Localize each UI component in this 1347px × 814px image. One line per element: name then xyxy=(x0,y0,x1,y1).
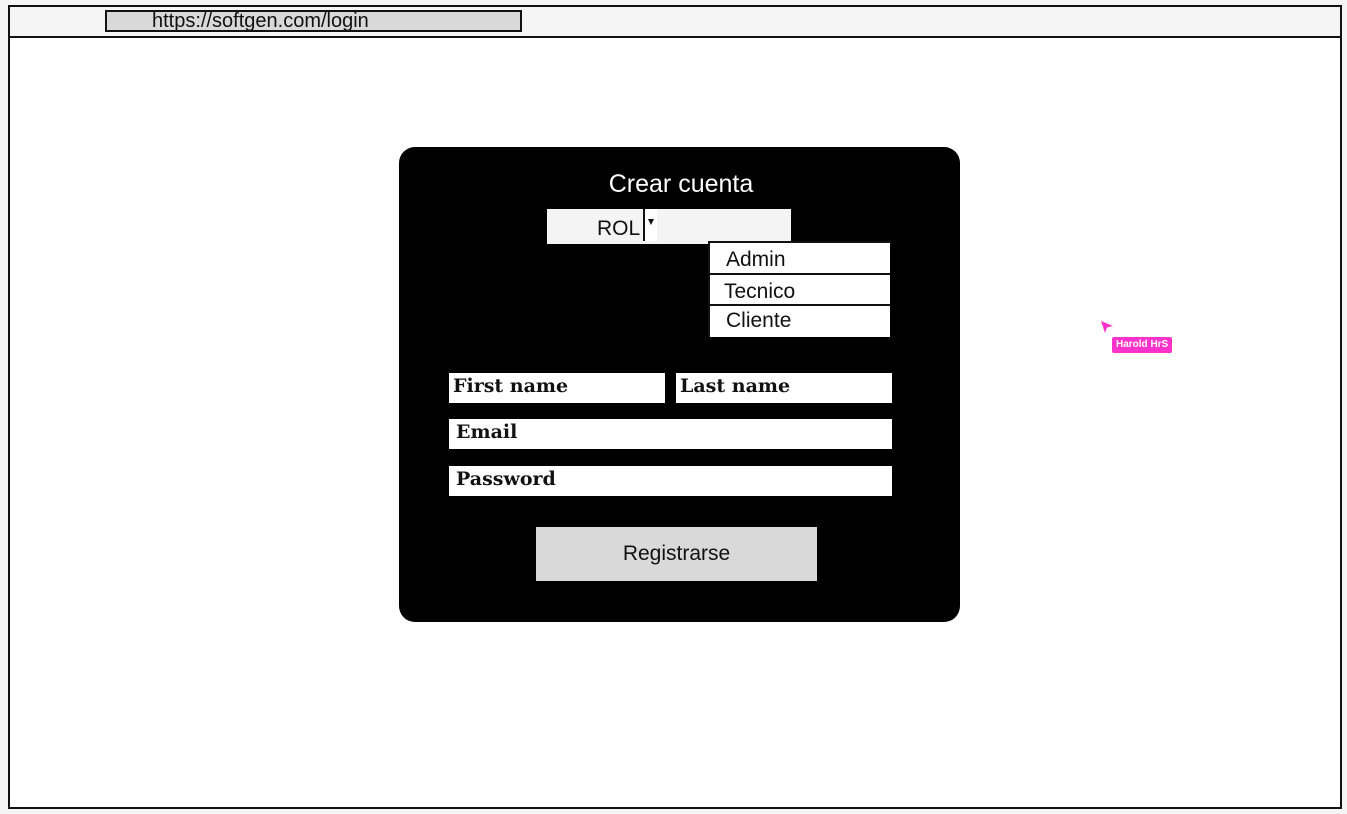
collaborator-name-tag: Harold HrS xyxy=(1112,337,1173,353)
role-dropdown-button[interactable] xyxy=(643,209,657,241)
role-select-label: ROL xyxy=(597,217,641,240)
email-field[interactable]: Email xyxy=(449,419,892,449)
password-field[interactable]: Password xyxy=(449,466,892,496)
role-option-cliente[interactable]: Cliente xyxy=(708,304,890,337)
role-option-tecnico[interactable]: Tecnico xyxy=(708,273,890,304)
cursor-pointer-icon xyxy=(1101,321,1113,333)
register-button[interactable]: Registrarse xyxy=(536,527,817,581)
role-option-admin[interactable]: Admin xyxy=(708,241,890,273)
role-dropdown-menu: Admin Tecnico Cliente xyxy=(708,241,892,337)
page-title: Crear cuenta xyxy=(608,170,754,198)
first-name-field[interactable]: First name xyxy=(449,373,665,403)
url-bar[interactable]: https://softgen.com/login xyxy=(105,10,522,32)
browser-window: https://softgen.com/login Crear cuenta R… xyxy=(8,5,1342,809)
signup-card: Crear cuenta ROL Admin Tecnico Cliente F… xyxy=(399,147,960,622)
last-name-field[interactable]: Last name xyxy=(676,373,892,403)
browser-topbar: https://softgen.com/login xyxy=(10,7,1340,38)
role-select[interactable]: ROL xyxy=(547,209,791,244)
caret-down-icon xyxy=(648,219,654,225)
